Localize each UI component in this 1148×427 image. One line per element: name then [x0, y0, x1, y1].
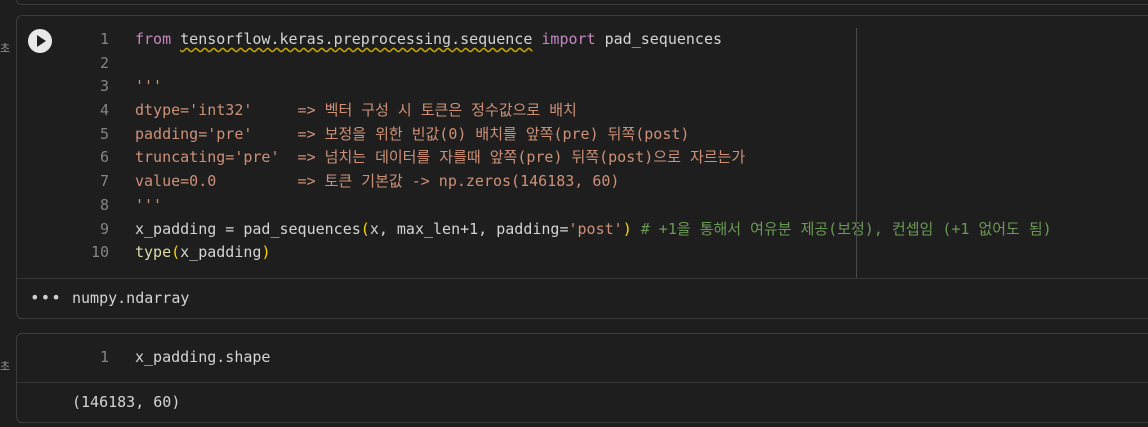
code-token: x_padding = pad_sequences	[135, 219, 361, 238]
code-line[interactable]: 1 x_padding.shape	[17, 346, 1148, 370]
previous-cell-edge	[16, 0, 1148, 5]
output-more-icon[interactable]: •••	[30, 288, 62, 307]
code-token: truncating='pre' => 넘치는 데이터를 자를때 앞쪽(pre)…	[135, 148, 746, 167]
line-number: 5	[99, 124, 109, 143]
code-token: value=0.0 => 토큰 기본값 -> np.zeros(146183, …	[135, 172, 620, 191]
code-token: import	[541, 30, 596, 48]
cell1-side-label: 초	[0, 42, 11, 55]
code-token: x_padding.shape	[135, 348, 271, 366]
code-text: value=0.0 => 토큰 기본값 -> np.zeros(146183, …	[135, 170, 619, 194]
code-token: dtype='int32' => 벡터 구성 시 토큰은 정수값으로 배치	[135, 101, 577, 120]
output-divider	[17, 278, 1148, 279]
code-token: from	[135, 30, 172, 48]
code-token: (	[171, 243, 181, 262]
line-number: 8	[99, 195, 109, 214]
line-number: 9	[99, 219, 109, 238]
code-text: x_padding.shape	[135, 346, 270, 370]
line-number: 2	[99, 53, 109, 72]
code-token: # +1을 통해서 여유분 제공(보정), 컨셉임 (+1 없어도 됨)	[640, 219, 1052, 238]
code-line[interactable]: 1 from tensorflow.keras.preprocessing.seq…	[17, 28, 1148, 52]
code-token: pad_sequences	[595, 30, 723, 48]
line-length-ruler	[856, 28, 857, 278]
code-token: )	[622, 219, 632, 238]
line-number: 6	[99, 148, 109, 167]
code-line[interactable]: 5 padding='pre' => 보정을 위한 빈값(0) 배치를 앞쪽(pr…	[17, 123, 1148, 147]
code-token: padding='pre' => 보정을 위한 빈값(0) 배치를 앞쪽(pre…	[135, 124, 690, 143]
code-token: x_padding	[180, 243, 262, 262]
code-line[interactable]: 3 '''	[17, 75, 1148, 99]
code-text: from tensorflow.keras.preprocessing.sequ…	[135, 28, 722, 52]
code-text: type(x_padding)	[135, 241, 270, 265]
code-line[interactable]: 10 type(x_padding)	[17, 241, 1148, 265]
code-editor-1[interactable]: 1 from tensorflow.keras.preprocessing.seq…	[17, 28, 1148, 265]
code-cell-2[interactable]: 1 x_padding.shape (146183, 60)	[16, 333, 1148, 423]
code-line[interactable]: 9 x_padding = pad_sequences(x, max_len+1,…	[17, 218, 1148, 242]
code-token: '''	[135, 77, 163, 96]
code-token: type	[135, 243, 172, 262]
code-text: '''	[135, 75, 162, 99]
code-token: '''	[135, 195, 163, 214]
line-number: 3	[99, 77, 109, 96]
code-token: x, max_len+1, padding=	[369, 219, 569, 238]
code-line[interactable]: 6 truncating='pre' => 넘치는 데이터를 자를때 앞쪽(pre…	[17, 146, 1148, 170]
code-editor-2[interactable]: 1 x_padding.shape	[17, 346, 1148, 370]
line-number: 10	[90, 243, 109, 262]
cell1-output: numpy.ndarray	[72, 289, 190, 307]
code-line[interactable]: 7 value=0.0 => 토큰 기본값 -> np.zeros(146183,…	[17, 170, 1148, 194]
code-text: truncating='pre' => 넘치는 데이터를 자를때 앞쪽(pre)…	[135, 146, 745, 170]
code-token: 'post'	[568, 219, 623, 238]
code-text: dtype='int32' => 벡터 구성 시 토큰은 정수값으로 배치	[135, 99, 577, 123]
code-cell-1[interactable]: 1 from tensorflow.keras.preprocessing.seq…	[16, 15, 1148, 319]
output-divider	[17, 382, 1148, 383]
line-number: 4	[99, 101, 109, 120]
code-text: padding='pre' => 보정을 위한 빈값(0) 배치를 앞쪽(pre…	[135, 123, 689, 147]
cell2-output: (146183, 60)	[72, 393, 181, 411]
code-line[interactable]: 8 '''	[17, 194, 1148, 218]
code-token: (	[360, 219, 370, 238]
code-token: )	[261, 243, 271, 262]
code-line[interactable]: 2	[17, 52, 1148, 76]
code-text: '''	[135, 194, 162, 218]
line-number: 7	[99, 172, 109, 191]
code-text: x_padding = pad_sequences(x, max_len+1, …	[135, 218, 1052, 242]
code-line[interactable]: 4 dtype='int32' => 벡터 구성 시 토큰은 정수값으로 배치	[17, 99, 1148, 123]
code-token: tensorflow.keras.preprocessing.sequence	[180, 30, 533, 48]
cell2-side-label: 초	[0, 360, 11, 373]
line-number: 1	[99, 30, 109, 48]
line-number: 1	[99, 348, 109, 366]
